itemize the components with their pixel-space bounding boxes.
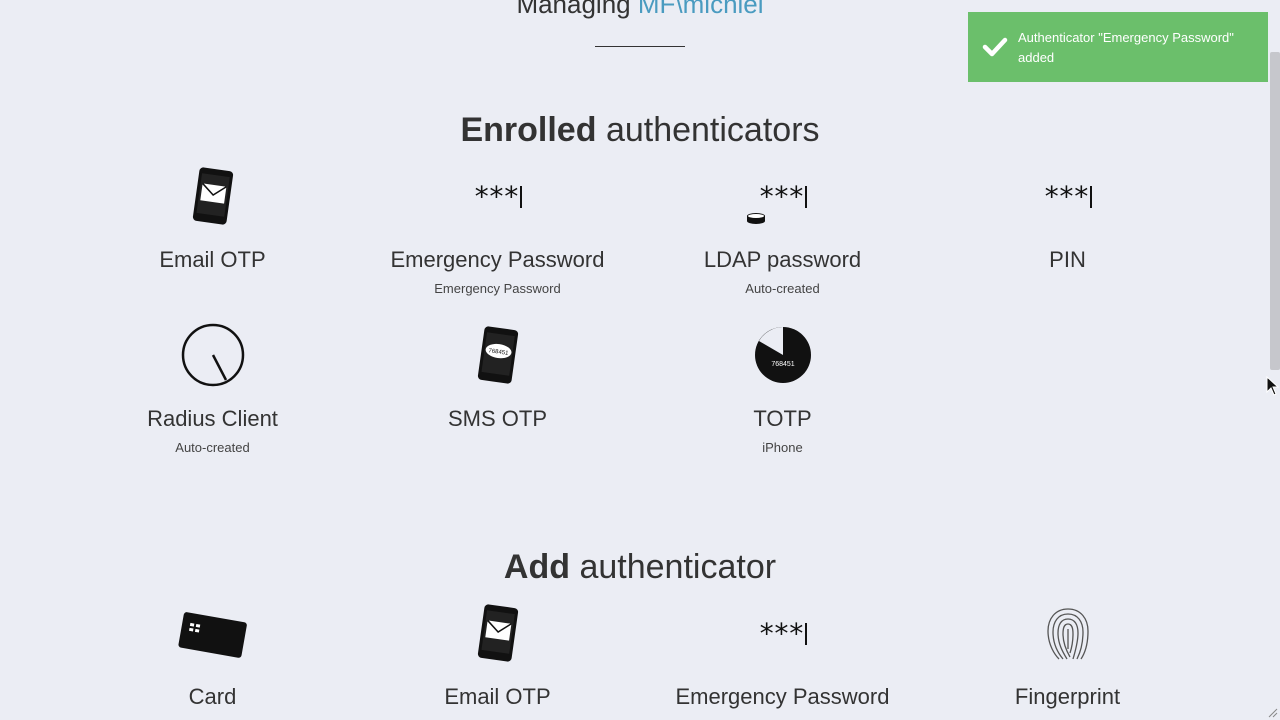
authenticator-name: Emergency Password xyxy=(675,684,890,709)
add-title-rest: authenticator xyxy=(579,548,777,586)
authenticator-sub: Auto-created xyxy=(175,440,250,455)
authenticator-name: Card xyxy=(188,684,237,709)
authenticator-name: LDAP password xyxy=(703,247,862,272)
radius-clock-icon xyxy=(181,323,244,387)
enrolled-title-bold: Enrolled xyxy=(460,111,597,149)
scrollbar-thumb[interactable] xyxy=(1270,52,1280,370)
card-icon xyxy=(177,612,247,658)
password-stars-icon: *** xyxy=(473,180,522,213)
authenticator-sub: Emergency Password xyxy=(434,281,561,296)
resize-grip-icon[interactable] xyxy=(1266,706,1278,718)
enrolled-ldap-password[interactable]: *** LDAP password Auto-created xyxy=(640,164,925,297)
authenticator-name: SMS OTP xyxy=(447,406,547,431)
header-divider xyxy=(595,46,685,47)
authenticator-name: Emergency Password xyxy=(390,247,605,272)
authenticator-name: Email OTP xyxy=(159,247,266,272)
email-phone-icon xyxy=(192,167,233,225)
enrolled-radius-client[interactable]: Radius Client Auto-created xyxy=(70,323,355,456)
email-phone-icon xyxy=(477,604,518,662)
authenticator-name: PIN xyxy=(1049,247,1086,272)
enrolled-pin[interactable]: *** PIN xyxy=(925,164,1210,273)
enrolled-sms-otp[interactable]: 768451 SMS OTP xyxy=(355,323,640,432)
authenticator-name: Email OTP xyxy=(444,684,551,709)
password-stars-icon: *** xyxy=(758,617,807,650)
mouse-pointer-icon xyxy=(1266,376,1280,396)
totp-timer-icon: 768451 xyxy=(754,327,811,383)
enrolled-email-otp[interactable]: Email OTP xyxy=(70,164,355,273)
enrolled-section-title: Enrolled authenticators xyxy=(0,110,1280,150)
enrolled-totp[interactable]: 768451 TOTP iPhone xyxy=(640,323,925,456)
add-title-bold: Add xyxy=(503,548,571,586)
managed-user: MF\michiel xyxy=(637,0,764,19)
fingerprint-icon xyxy=(1046,608,1089,660)
managing-label: Managing xyxy=(516,0,631,19)
add-card[interactable]: Card xyxy=(70,601,355,710)
svg-text:768451: 768451 xyxy=(771,361,794,368)
add-section-title: Add authenticator xyxy=(0,547,1280,587)
add-fingerprint[interactable]: Fingerprint xyxy=(925,601,1210,710)
add-emergency-password[interactable]: *** Emergency Password xyxy=(640,601,925,710)
ldap-password-icon: *** xyxy=(758,180,807,213)
enrolled-title-rest: authenticators xyxy=(605,111,820,149)
toast-message: Authenticator "Emergency Password" added xyxy=(1018,30,1234,65)
authenticator-name: TOTP xyxy=(753,406,812,431)
authenticator-name: Fingerprint xyxy=(1014,684,1121,709)
authenticator-sub: iPhone xyxy=(762,440,803,455)
success-toast[interactable]: Authenticator "Emergency Password" added xyxy=(968,12,1268,82)
pin-stars-icon: *** xyxy=(1043,180,1092,213)
authenticator-name: Radius Client xyxy=(147,406,278,431)
enrolled-emergency-password[interactable]: *** Emergency Password Emergency Passwor… xyxy=(355,164,640,297)
sms-phone-icon: 768451 xyxy=(477,326,518,384)
authenticator-sub: Auto-created xyxy=(745,281,820,296)
add-email-otp[interactable]: Email OTP xyxy=(355,601,640,710)
check-icon xyxy=(982,37,1008,57)
database-icon xyxy=(747,213,765,224)
